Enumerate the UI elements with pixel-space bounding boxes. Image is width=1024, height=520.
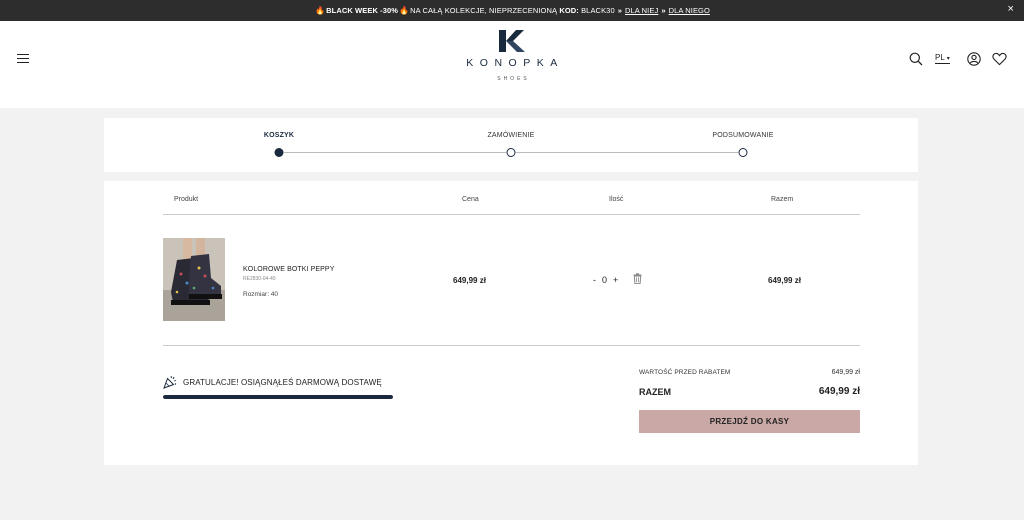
menu-icon[interactable]	[17, 54, 29, 63]
promo-link-her[interactable]: DLA NIEJ	[625, 6, 658, 15]
before-discount-value: 649,99 zł	[831, 369, 860, 376]
column-header-product: Produkt	[174, 196, 199, 203]
language-selector[interactable]: PL ▾	[935, 53, 950, 64]
column-header-total: Razem	[771, 196, 794, 203]
free-shipping-progress-fill	[163, 395, 393, 399]
column-header-qty: Ilość	[609, 196, 624, 203]
order-total-value: 649,99 zł	[818, 386, 860, 397]
step-label-order: ZAMÓWIENIE	[487, 132, 535, 139]
header-divider	[163, 214, 860, 215]
step-label-cart: KOSZYK	[263, 132, 295, 139]
cart-panel: Produkt Cena Ilość Razem KOLOROWE BOTKI …	[104, 181, 918, 465]
product-sku: RE2830-04-40	[243, 276, 276, 282]
checkout-steps: KOSZYK ZAMÓWIENIE PODSUMOWANIE	[104, 118, 918, 172]
increase-qty-button[interactable]: +	[613, 275, 618, 285]
product-name[interactable]: KOLOROWE BOTKI PEPPY	[243, 266, 334, 273]
fire-icon: 🔥	[399, 6, 410, 15]
search-icon[interactable]	[909, 52, 923, 66]
boots-image	[163, 238, 225, 321]
promo-headline: BLACK WEEK -30%	[326, 6, 399, 15]
product-size: Rozmiar: 40	[243, 291, 279, 298]
promo-code: BLACK30	[581, 6, 615, 15]
language-value: PL	[935, 53, 945, 62]
decrease-qty-button[interactable]: -	[593, 275, 596, 285]
quantity-value[interactable]: 0	[602, 275, 607, 285]
party-popper-icon	[163, 375, 177, 389]
quantity-stepper: - 0 +	[593, 275, 618, 285]
brand-name: KONOPKA	[466, 57, 564, 69]
step-dot-cart[interactable]	[274, 148, 284, 157]
trash-icon[interactable]	[633, 273, 642, 284]
step-connector	[516, 152, 738, 153]
promo-link-him[interactable]: DLA NIEGO	[669, 6, 710, 15]
free-shipping-message: GRATULACJE! OSIĄGNĄŁEŚ DARMOWĄ DOSTAWĘ	[163, 375, 382, 389]
promo-text: NA CAŁĄ KOLEKCJE, NIEPRZECENIONĄ	[410, 6, 558, 15]
user-icon[interactable]	[967, 52, 981, 66]
before-discount-label: WARTOŚĆ PRZED RABATEM	[639, 369, 731, 376]
step-label-summary: PODSUMOWANIE	[712, 132, 774, 139]
chevrons-icon: »	[617, 6, 622, 15]
brand-sub: SHOES	[497, 76, 530, 82]
column-header-price: Cena	[462, 196, 479, 203]
logo[interactable]: KONOPKA SHOES	[455, 29, 569, 91]
chevron-down-icon: ▾	[946, 56, 950, 62]
items-divider	[163, 345, 860, 346]
close-promo-button[interactable]: ×	[1007, 3, 1014, 15]
free-shipping-text: GRATULACJE! OSIĄGNĄŁEŚ DARMOWĄ DOSTAWĘ	[183, 377, 382, 387]
logo-mark-icon	[499, 30, 525, 52]
site-header: KONOPKA SHOES PL ▾	[0, 21, 1024, 108]
order-total-label: RAZEM	[639, 387, 671, 397]
product-image[interactable]	[163, 238, 225, 321]
promo-code-label: KOD:	[559, 6, 579, 15]
promo-bar: 🔥 BLACK WEEK -30% 🔥 NA CAŁĄ KOLEKCJE, NI…	[0, 0, 1024, 21]
product-line-total: 649,99 zł	[768, 276, 801, 285]
heart-icon[interactable]	[992, 52, 1007, 66]
checkout-button[interactable]: PRZEJDŹ DO KASY	[639, 410, 860, 433]
step-dot-order[interactable]	[506, 148, 516, 157]
chevrons-icon: »	[661, 6, 666, 15]
fire-icon: 🔥	[315, 6, 326, 15]
step-connector	[284, 152, 506, 153]
free-shipping-progress	[163, 395, 393, 399]
product-price: 649,99 zł	[453, 276, 486, 285]
step-dot-summary[interactable]	[738, 148, 748, 157]
